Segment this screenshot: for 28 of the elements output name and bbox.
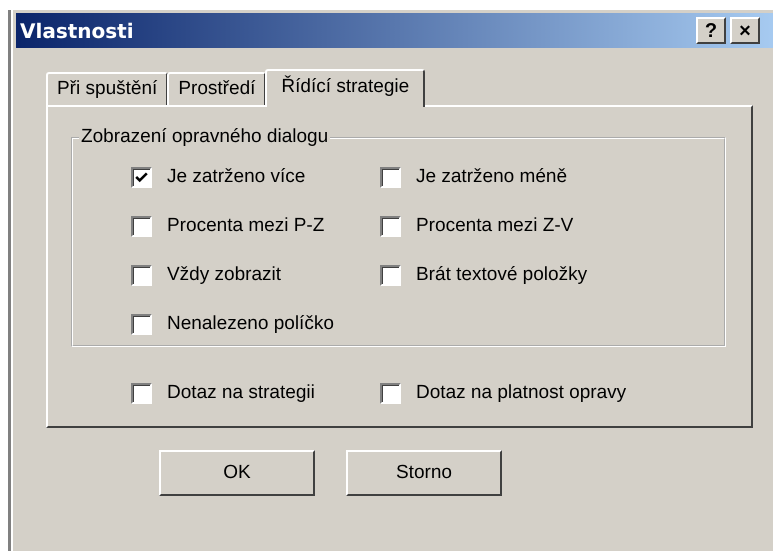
checkbox[interactable] — [380, 166, 401, 188]
dialog-button[interactable]: Storno — [346, 450, 502, 496]
checkmark-icon — [135, 170, 148, 184]
checkbox-option[interactable]: Procenta mezi Z-V — [380, 213, 680, 239]
checkbox[interactable] — [131, 264, 152, 286]
checkbox-option[interactable]: Je zatrženo méně — [380, 164, 680, 190]
help-button[interactable]: ? — [696, 17, 726, 44]
checkbox[interactable] — [131, 382, 152, 404]
checkbox[interactable] — [380, 216, 401, 236]
checkbox-option[interactable]: Procenta mezi P-Z — [131, 213, 380, 239]
tab[interactable]: Prostředí — [167, 72, 266, 105]
checkbox[interactable] — [131, 314, 152, 334]
tab[interactable]: Při spuštění — [46, 72, 168, 105]
checkbox-option[interactable]: Brát textové položky — [380, 262, 680, 288]
checkbox-option[interactable]: Nenalezeno políčko — [131, 311, 380, 337]
checkbox[interactable] — [380, 382, 401, 404]
checkbox[interactable] — [131, 166, 152, 188]
checkbox[interactable] — [131, 216, 152, 236]
dialog-button[interactable]: OK — [159, 450, 315, 496]
checkbox[interactable] — [380, 264, 401, 286]
window-title: Vlastnosti — [20, 18, 134, 42]
checkbox-option[interactable]: Je zatrženo více — [131, 164, 380, 190]
checkbox-option[interactable]: Vždy zobrazit — [131, 262, 380, 288]
close-button[interactable]: × — [730, 17, 760, 44]
tab[interactable]: Řídící strategie — [265, 69, 426, 107]
checkbox-option[interactable]: Dotaz na platnost opravy — [380, 380, 680, 406]
checkbox-option[interactable]: Dotaz na strategii — [131, 380, 380, 406]
group-title: Zobrazení opravného dialogu — [79, 126, 330, 148]
